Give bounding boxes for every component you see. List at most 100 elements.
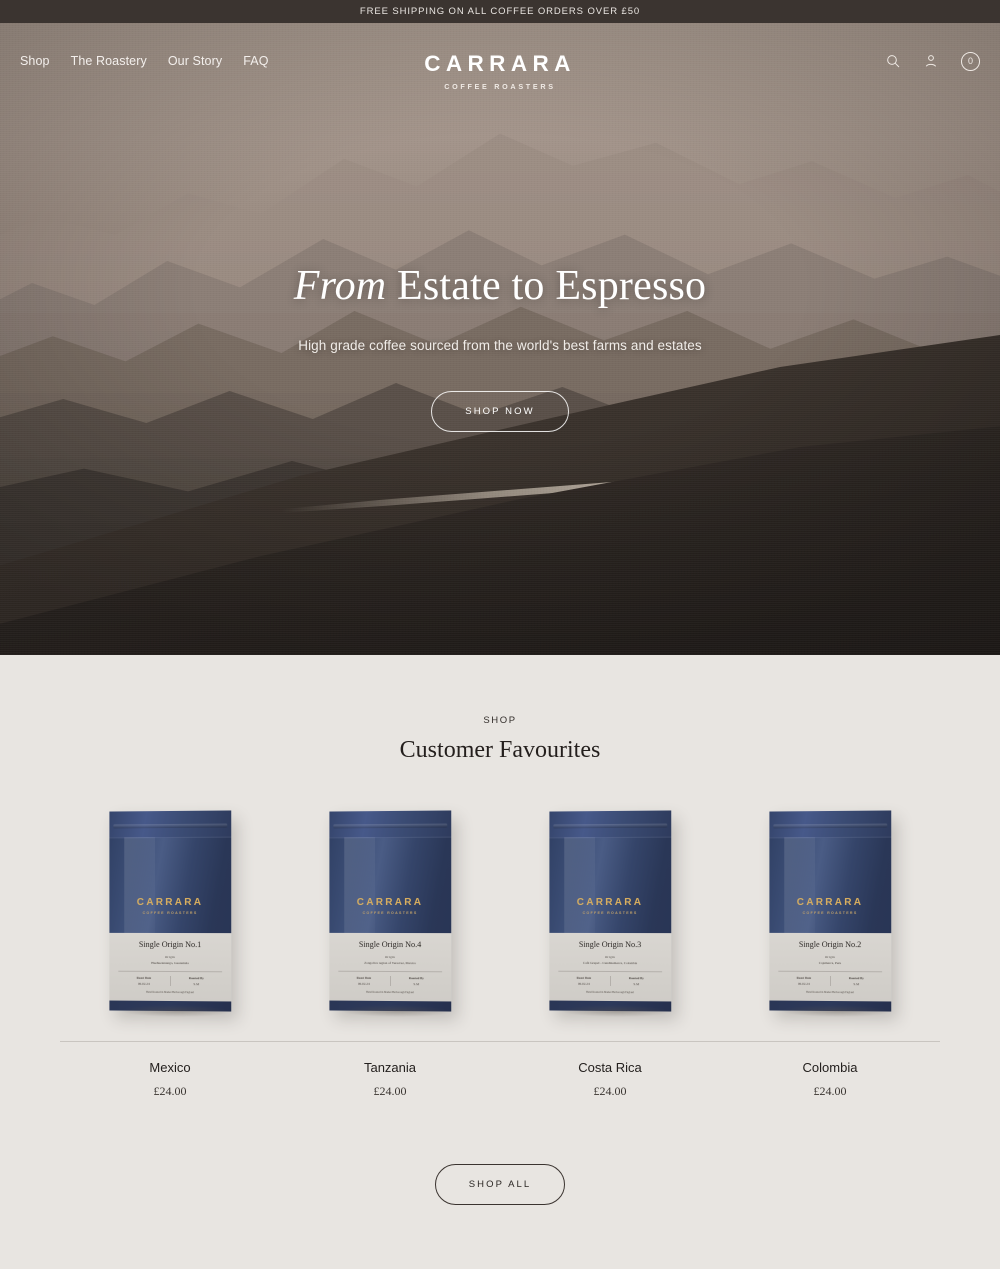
shop-all-wrapper: SHOP ALL <box>0 1164 1000 1269</box>
bag-label-roasted-by: Roasted By S.M <box>609 975 663 987</box>
bag-zipper <box>553 823 668 829</box>
main-navigation: Shop The Roastery Our Story FAQ CARRARA … <box>0 23 1000 99</box>
bag-logo: CARRARA COFFEE ROASTERS <box>329 897 451 915</box>
bag-logo: CARRARA COFFEE ROASTERS <box>549 897 671 915</box>
roasted-by-heading: Roasted By <box>848 976 864 981</box>
bag-zipper <box>333 823 448 829</box>
bag-label: Single Origin No.4 Origin Zongolica regi… <box>329 932 452 1002</box>
roasted-by-heading: Roasted By <box>628 976 644 981</box>
roasted-by-heading: Roasted By <box>188 976 204 981</box>
roast-date-value: 06.02.24 <box>577 981 590 986</box>
product-divider <box>280 1041 500 1042</box>
product-price: £24.00 <box>593 1084 627 1098</box>
bag-label-origin-heading: Origin <box>604 954 616 960</box>
roasted-by-value: S.M <box>413 982 420 987</box>
bag-label-origin: Zongolica region of Veracruz, Mexico <box>364 960 416 966</box>
product-image: CARRARA COFFEE ROASTERS Single Origin No… <box>720 801 940 1018</box>
announcement-text: FREE SHIPPING ON ALL COFFEE ORDERS OVER … <box>359 6 641 17</box>
bag-label-rows: Roast Date 06.02.24 Roasted By S.M <box>558 970 663 987</box>
hero-content: From Estate to Espresso High grade coffe… <box>0 23 1000 655</box>
cart-icon[interactable]: 0 <box>961 51 980 71</box>
bag-label-title: Single Origin No.4 <box>358 939 422 950</box>
nav-link-faq[interactable]: FAQ <box>243 54 268 68</box>
shop-section: SHOP Customer Favourites CARRARA COFFEE … <box>0 655 1000 1269</box>
product-divider <box>720 1041 940 1042</box>
shop-all-button[interactable]: SHOP ALL <box>434 1164 566 1205</box>
roast-date-value: 06.02.24 <box>357 981 370 986</box>
roast-date-heading: Roast Date <box>136 975 152 980</box>
product-card[interactable]: CARRARA COFFEE ROASTERS Single Origin No… <box>280 801 500 1099</box>
bag-logo-name: CARRARA <box>796 896 864 909</box>
bag-label-origin: Huehuetenango, Guatemala <box>151 960 189 966</box>
site-logo[interactable]: CARRARA COFFEE ROASTERS <box>424 51 576 91</box>
nav-link-the-roastery[interactable]: The Roastery <box>71 54 147 68</box>
hero-title-italic: From <box>293 263 387 309</box>
bag-shadow <box>339 1004 452 1018</box>
cart-count: 0 <box>967 56 973 66</box>
hero-title: From Estate to Espresso <box>294 262 707 310</box>
bag-label-footer: Hand Roasted in Market Harborough Englan… <box>586 990 634 995</box>
bag-zipper <box>773 823 888 829</box>
bag-label-roast-date: Roast Date 06.02.24 <box>118 976 169 986</box>
section-title: Customer Favourites <box>399 737 601 763</box>
bag-label-roasted-by: Roasted By S.M <box>389 975 443 987</box>
bag-logo-name: CARRARA <box>576 896 644 909</box>
bag-logo-tagline: COFFEE ROASTERS <box>362 911 418 916</box>
coffee-bag: CARRARA COFFEE ROASTERS Single Origin No… <box>109 810 232 1018</box>
product-grid: CARRARA COFFEE ROASTERS Single Origin No… <box>0 801 1000 1099</box>
product-name: Costa Rica <box>578 1060 642 1075</box>
bag-label-title: Single Origin No.2 <box>798 939 862 950</box>
bag-label-origin-heading: Origin <box>824 954 836 960</box>
hero-subtitle: High grade coffee sourced from the world… <box>298 338 702 353</box>
roast-date-heading: Roast Date <box>356 975 372 980</box>
product-card[interactable]: CARRARA COFFEE ROASTERS Single Origin No… <box>60 801 280 1099</box>
nav-link-our-story[interactable]: Our Story <box>168 54 222 68</box>
bag-label-origin-heading: Origin <box>384 954 396 960</box>
bag-logo-tagline: COFFEE ROASTERS <box>802 911 858 916</box>
roast-date-heading: Roast Date <box>576 975 592 980</box>
bag-shadow <box>119 1004 232 1018</box>
bag-label-title: Single Origin No.1 <box>138 939 202 950</box>
roast-date-value: 06.02.24 <box>137 981 150 986</box>
product-price: £24.00 <box>813 1084 847 1098</box>
bag-label-origin-heading: Origin <box>164 954 176 960</box>
search-icon[interactable] <box>885 53 901 69</box>
roast-date-value: 06.02.24 <box>797 981 810 986</box>
product-card[interactable]: CARRARA COFFEE ROASTERS Single Origin No… <box>720 801 940 1099</box>
roasted-by-value: S.M <box>633 982 640 987</box>
coffee-bag: CARRARA COFFEE ROASTERS Single Origin No… <box>769 810 892 1018</box>
product-image: CARRARA COFFEE ROASTERS Single Origin No… <box>500 801 720 1018</box>
logo-tagline: COFFEE ROASTERS <box>444 81 556 91</box>
product-price: £24.00 <box>153 1084 187 1098</box>
product-divider <box>60 1041 280 1042</box>
roast-date-heading: Roast Date <box>796 975 812 980</box>
bag-label-rows: Roast Date 06.02.24 Roasted By S.M <box>778 970 883 987</box>
coffee-bag: CARRARA COFFEE ROASTERS Single Origin No… <box>329 810 452 1018</box>
product-card[interactable]: CARRARA COFFEE ROASTERS Single Origin No… <box>500 801 720 1099</box>
bag-logo-name: CARRARA <box>356 896 424 909</box>
bag-label: Single Origin No.3 Origin Café Grupel - … <box>549 932 672 1002</box>
bag-label-footer: Hand Roasted in Market Harborough Englan… <box>366 990 414 995</box>
bag-logo-tagline: COFFEE ROASTERS <box>142 911 198 916</box>
product-image: CARRARA COFFEE ROASTERS Single Origin No… <box>60 801 280 1018</box>
product-divider <box>500 1041 720 1042</box>
bag-label-footer: Hand Roasted in Market Harborough Englan… <box>806 990 854 995</box>
nav-link-shop[interactable]: Shop <box>20 54 50 68</box>
bag-label-rows: Roast Date 06.02.24 Roasted By S.M <box>338 970 443 987</box>
roasted-by-heading: Roasted By <box>408 976 424 981</box>
shop-now-button[interactable]: SHOP NOW <box>431 391 569 432</box>
account-icon[interactable] <box>923 53 939 69</box>
bag-label-roast-date: Roast Date 06.02.24 <box>338 976 389 986</box>
bag-label: Single Origin No.2 Origin Cajamarca, Per… <box>769 932 892 1002</box>
bag-label-title: Single Origin No.3 <box>578 939 642 950</box>
bag-zipper <box>113 823 228 829</box>
hero-title-rest: Estate to Espresso <box>386 263 707 309</box>
bag-shadow <box>559 1004 672 1018</box>
bag-label-roasted-by: Roasted By S.M <box>829 975 883 987</box>
roasted-by-value: S.M <box>193 982 200 987</box>
bag-label-origin: Café Grupel - Cundinamarca, Colombia <box>582 960 638 966</box>
coffee-bag: CARRARA COFFEE ROASTERS Single Origin No… <box>549 810 672 1018</box>
logo-name: CARRARA <box>424 51 576 76</box>
bag-label-roast-date: Roast Date 06.02.24 <box>778 976 829 986</box>
bag-logo-tagline: COFFEE ROASTERS <box>582 911 638 916</box>
